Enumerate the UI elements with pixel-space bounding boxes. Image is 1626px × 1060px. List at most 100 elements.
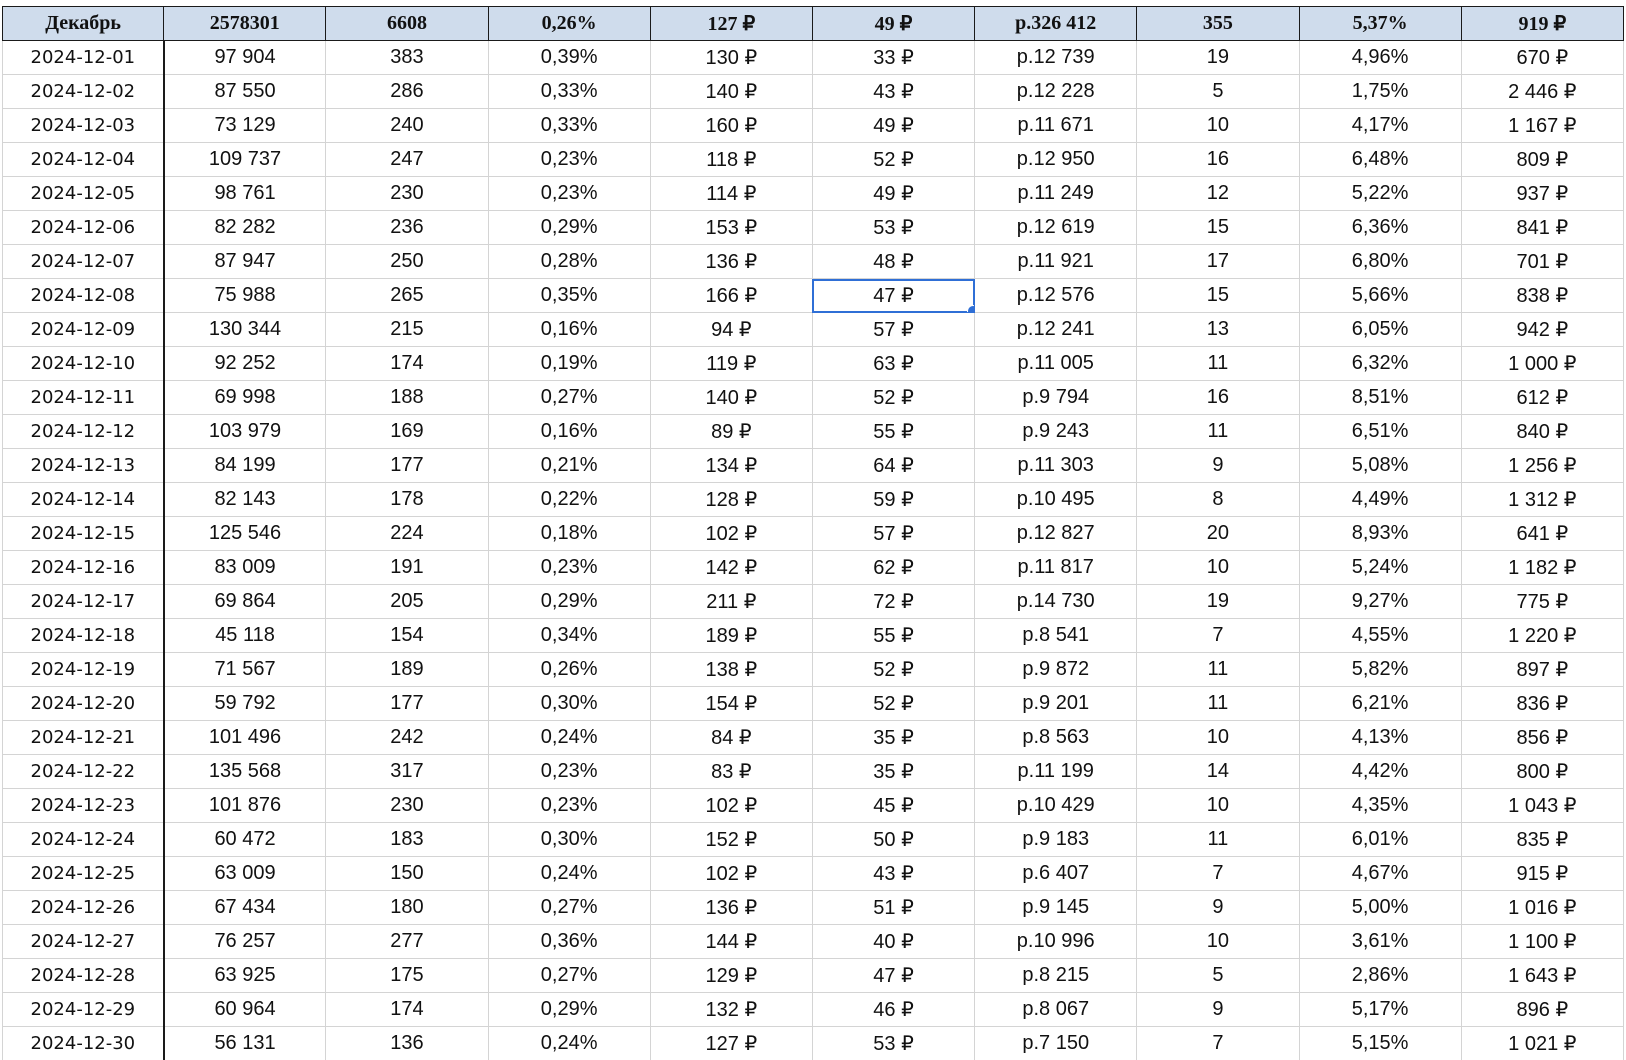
table-cell[interactable]: 0,30% xyxy=(487,686,651,721)
table-cell[interactable]: 5,66% xyxy=(1298,278,1462,313)
table-cell[interactable]: р.9 794 xyxy=(974,380,1138,415)
table-cell[interactable]: 177 xyxy=(325,448,489,483)
table-cell[interactable]: р.12 576 xyxy=(974,278,1138,313)
table-cell[interactable]: 5,00% xyxy=(1298,890,1462,925)
table-cell[interactable]: 0,35% xyxy=(487,278,651,313)
table-cell[interactable]: 87 947 xyxy=(163,244,327,279)
table-cell[interactable]: р.12 241 xyxy=(974,312,1138,347)
table-cell[interactable]: 7 xyxy=(1136,856,1300,891)
table-cell[interactable]: 52 ₽ xyxy=(811,652,976,687)
table-cell[interactable]: р.9 201 xyxy=(974,686,1138,721)
table-cell[interactable]: р.12 228 xyxy=(974,74,1138,109)
date-cell[interactable]: 2024-12-02 xyxy=(1,74,165,109)
table-cell[interactable]: р.9 243 xyxy=(974,414,1138,449)
table-cell[interactable]: р.9 872 xyxy=(974,652,1138,687)
table-cell[interactable]: 180 xyxy=(325,890,489,925)
table-cell[interactable]: р.11 303 xyxy=(974,448,1138,483)
table-cell[interactable]: 84 ₽ xyxy=(649,720,813,755)
date-cell[interactable]: 2024-12-17 xyxy=(1,584,165,619)
table-cell[interactable]: 11 xyxy=(1136,346,1300,381)
table-cell[interactable]: 136 xyxy=(325,1026,489,1060)
date-cell[interactable]: 2024-12-18 xyxy=(1,618,165,653)
table-cell[interactable]: 20 xyxy=(1136,516,1300,551)
table-cell[interactable]: 12 xyxy=(1136,176,1300,211)
date-cell[interactable]: 2024-12-16 xyxy=(1,550,165,585)
table-cell[interactable]: 166 ₽ xyxy=(649,278,813,313)
date-cell[interactable]: 2024-12-07 xyxy=(1,244,165,279)
table-cell[interactable]: 35 ₽ xyxy=(811,754,976,789)
table-cell[interactable]: 188 xyxy=(325,380,489,415)
table-cell[interactable]: 775 ₽ xyxy=(1460,584,1625,619)
table-cell[interactable]: 10 xyxy=(1136,550,1300,585)
table-cell[interactable]: 84 199 xyxy=(163,448,327,483)
table-cell[interactable]: 0,27% xyxy=(487,958,651,993)
table-cell[interactable]: 1 021 ₽ xyxy=(1460,1026,1625,1060)
table-cell[interactable]: р.10 996 xyxy=(974,924,1138,959)
table-cell[interactable]: 150 xyxy=(325,856,489,891)
table-cell[interactable]: 0,24% xyxy=(487,720,651,755)
table-cell[interactable]: 19 xyxy=(1136,40,1300,75)
table-cell[interactable]: 0,39% xyxy=(487,40,651,75)
table-cell[interactable]: 101 876 xyxy=(163,788,327,823)
table-cell[interactable]: 1,75% xyxy=(1298,74,1462,109)
table-cell[interactable]: 10 xyxy=(1136,924,1300,959)
table-cell[interactable]: 119 ₽ xyxy=(649,346,813,381)
table-cell[interactable]: 1 016 ₽ xyxy=(1460,890,1625,925)
table-cell[interactable]: 0,23% xyxy=(487,142,651,177)
table-cell[interactable]: 109 737 xyxy=(163,142,327,177)
date-cell[interactable]: 2024-12-04 xyxy=(1,142,165,177)
table-cell[interactable]: 17 xyxy=(1136,244,1300,279)
table-cell[interactable]: 46 ₽ xyxy=(811,992,976,1027)
table-cell[interactable]: 2,86% xyxy=(1298,958,1462,993)
table-cell[interactable]: 9 xyxy=(1136,890,1300,925)
date-cell[interactable]: 2024-12-01 xyxy=(1,40,165,75)
table-cell[interactable]: р.8 215 xyxy=(974,958,1138,993)
table-cell[interactable]: 2 446 ₽ xyxy=(1460,74,1625,109)
table-cell[interactable]: 5,08% xyxy=(1298,448,1462,483)
table-cell[interactable]: 11 xyxy=(1136,822,1300,857)
table-cell[interactable]: 215 xyxy=(325,312,489,347)
table-cell[interactable]: 9,27% xyxy=(1298,584,1462,619)
header-cell[interactable]: 355 xyxy=(1136,6,1300,41)
table-cell[interactable]: 191 xyxy=(325,550,489,585)
table-cell[interactable]: р.12 739 xyxy=(974,40,1138,75)
header-cell[interactable]: 919 ₽ xyxy=(1460,6,1625,41)
table-cell[interactable]: 75 988 xyxy=(163,278,327,313)
table-cell[interactable]: 236 xyxy=(325,210,489,245)
table-cell[interactable]: 64 ₽ xyxy=(811,448,976,483)
table-cell[interactable]: р.7 150 xyxy=(974,1026,1138,1060)
table-cell[interactable]: 50 ₽ xyxy=(811,822,976,857)
table-cell[interactable]: р.11 817 xyxy=(974,550,1138,585)
table-cell[interactable]: 224 xyxy=(325,516,489,551)
table-cell[interactable]: 69 998 xyxy=(163,380,327,415)
table-cell[interactable]: 0,36% xyxy=(487,924,651,959)
table-cell[interactable]: 76 257 xyxy=(163,924,327,959)
table-cell[interactable]: 1 256 ₽ xyxy=(1460,448,1625,483)
table-cell[interactable]: 11 xyxy=(1136,652,1300,687)
table-cell[interactable]: 82 143 xyxy=(163,482,327,517)
table-cell[interactable]: 52 ₽ xyxy=(811,686,976,721)
table-cell[interactable]: 0,28% xyxy=(487,244,651,279)
table-cell[interactable]: 10 xyxy=(1136,108,1300,143)
table-cell[interactable]: 16 xyxy=(1136,380,1300,415)
table-cell[interactable]: 1 167 ₽ xyxy=(1460,108,1625,143)
table-cell[interactable]: р.9 183 xyxy=(974,822,1138,857)
table-cell[interactable]: 57 ₽ xyxy=(811,312,976,347)
table-cell[interactable]: р.14 730 xyxy=(974,584,1138,619)
table-cell[interactable]: 19 xyxy=(1136,584,1300,619)
table-cell[interactable]: 0,21% xyxy=(487,448,651,483)
table-cell[interactable]: р.11 671 xyxy=(974,108,1138,143)
table-cell[interactable]: 35 ₽ xyxy=(811,720,976,755)
table-cell[interactable]: 840 ₽ xyxy=(1460,414,1625,449)
date-cell[interactable]: 2024-12-28 xyxy=(1,958,165,993)
table-cell[interactable]: 125 546 xyxy=(163,516,327,551)
table-cell[interactable]: 43 ₽ xyxy=(811,856,976,891)
table-cell[interactable]: р.12 950 xyxy=(974,142,1138,177)
table-cell[interactable]: 132 ₽ xyxy=(649,992,813,1027)
table-cell[interactable]: 6,80% xyxy=(1298,244,1462,279)
header-cell[interactable]: 127 ₽ xyxy=(649,6,813,41)
date-cell[interactable]: 2024-12-22 xyxy=(1,754,165,789)
table-cell[interactable]: 4,35% xyxy=(1298,788,1462,823)
table-cell[interactable]: 317 xyxy=(325,754,489,789)
table-cell[interactable]: 97 904 xyxy=(163,40,327,75)
